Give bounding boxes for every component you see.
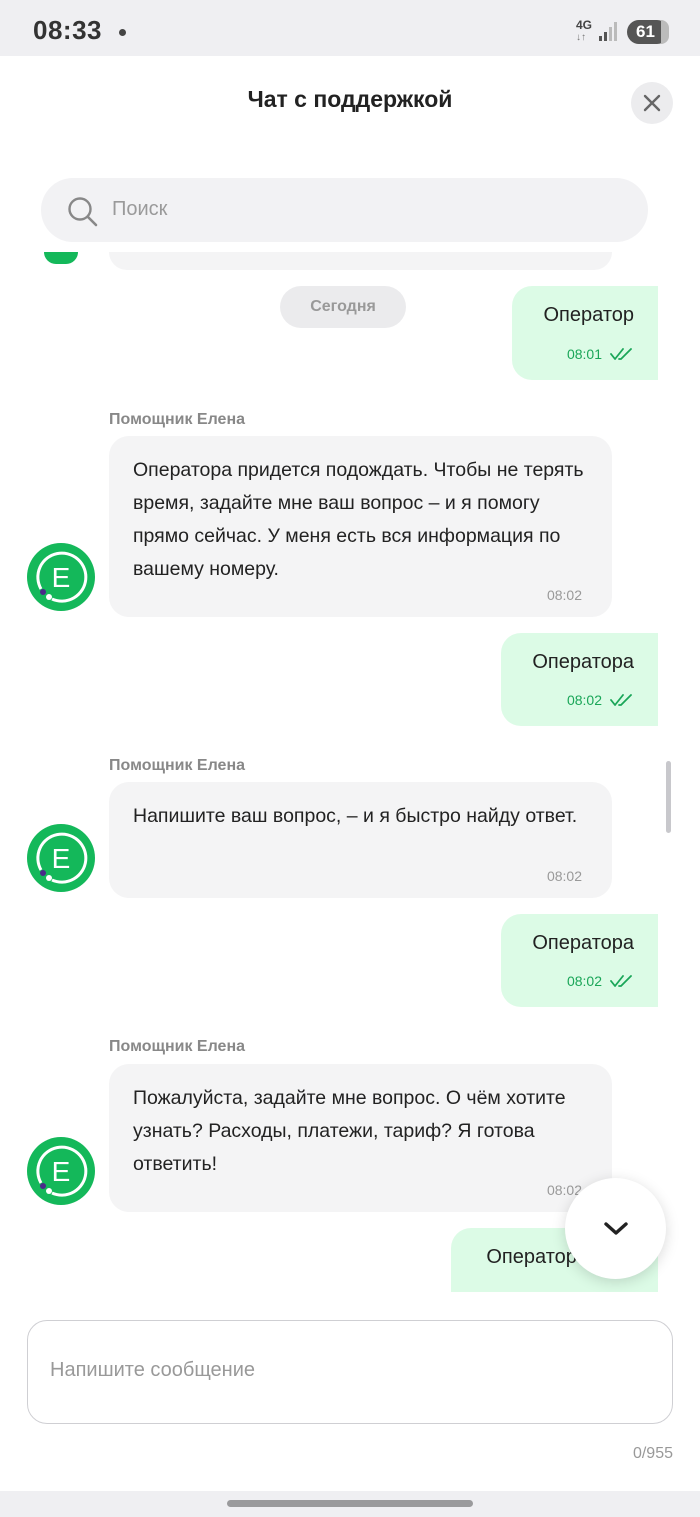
message-bubble-outgoing[interactable]: Оператор 08:01 (512, 286, 658, 380)
double-check-icon (610, 694, 632, 706)
search-bar[interactable] (41, 178, 648, 242)
message-text: Оператор (543, 304, 635, 326)
message-meta: 08:02 (567, 692, 634, 708)
message-time: 08:02 (566, 692, 602, 708)
message-bubble-incoming (109, 252, 612, 270)
character-counter: 0/955 (632, 1445, 673, 1462)
message-time: 08:02 (566, 973, 602, 989)
sender-name: Помощник Елена (109, 1038, 245, 1055)
message-text: Оператора (532, 651, 634, 673)
message-bubble-outgoing[interactable]: Оператора 08:02 (501, 914, 658, 1007)
notification-dot-icon (119, 29, 126, 36)
close-button[interactable] (631, 82, 673, 124)
message-time: 08:02 (546, 587, 582, 603)
message-text: Оператора (532, 932, 634, 954)
message-input[interactable] (50, 1359, 650, 1382)
message-text: Пожалуйста, задайте мне вопрос. О чём хо… (133, 1087, 566, 1175)
message-composer: 0/955 (0, 1292, 700, 1491)
status-time: 08:33 (33, 15, 102, 45)
battery-icon: 61 (627, 20, 669, 44)
avatar (44, 252, 78, 264)
avatar-letter: E (52, 562, 71, 593)
battery-level: 61 (636, 22, 655, 41)
search-icon (68, 197, 98, 227)
page-title: Чат с поддержкой (247, 86, 453, 112)
chevron-down-icon (603, 1221, 628, 1235)
chat-sheet: Чат с поддержкой Сегодня Оператор 08:01 (0, 56, 700, 1491)
message-time: 08:01 (566, 346, 602, 362)
close-icon (643, 94, 661, 112)
message-meta: 08:01 (567, 346, 634, 362)
status-bar: 08:33 4G ↓↑ 61 (0, 0, 700, 56)
home-indicator[interactable] (227, 1500, 473, 1507)
scrollbar[interactable] (666, 761, 671, 833)
data-arrows-icon: ↓↑ (576, 32, 586, 43)
sender-name: Помощник Елена (109, 757, 245, 774)
double-check-icon (610, 975, 632, 987)
message-bubble-outgoing[interactable]: Оператора 08:02 (501, 633, 658, 726)
scroll-to-bottom-button[interactable] (565, 1178, 666, 1279)
message-bubble-incoming[interactable]: Напишите ваш вопрос, – и я быстро найду … (109, 782, 612, 898)
avatar[interactable]: E (27, 1137, 95, 1205)
sender-name: Помощник Елена (109, 411, 245, 428)
message-text: Напишите ваш вопрос, – и я быстро найду … (133, 805, 578, 827)
avatar-letter: E (52, 843, 71, 874)
message-meta: 08:02 (567, 973, 634, 989)
assistant-logo-icon: E (36, 1145, 88, 1197)
message-time: 08:02 (546, 868, 582, 884)
message-field[interactable] (27, 1320, 673, 1424)
message-list[interactable]: Сегодня Оператор 08:01 Помощник Елена Оп… (0, 252, 700, 1292)
message-bubble-incoming[interactable]: Оператора придется подождать. Чтобы не т… (109, 436, 612, 617)
network-label: 4G (576, 18, 593, 32)
avatar[interactable]: E (27, 824, 95, 892)
network-type: 4G ↓↑ (576, 18, 593, 43)
message-text: Оператора придется подождать. Чтобы не т… (133, 459, 584, 580)
signal-icon (599, 22, 617, 41)
message-bubble-incoming[interactable]: Пожалуйста, задайте мне вопрос. О чём хо… (109, 1064, 612, 1212)
avatar[interactable]: E (27, 543, 95, 611)
date-divider: Сегодня (280, 286, 406, 328)
double-check-icon (610, 348, 632, 360)
search-input[interactable] (112, 198, 592, 221)
assistant-logo-icon: E (36, 832, 88, 884)
avatar-letter: E (52, 1156, 71, 1187)
assistant-logo-icon: E (36, 551, 88, 603)
